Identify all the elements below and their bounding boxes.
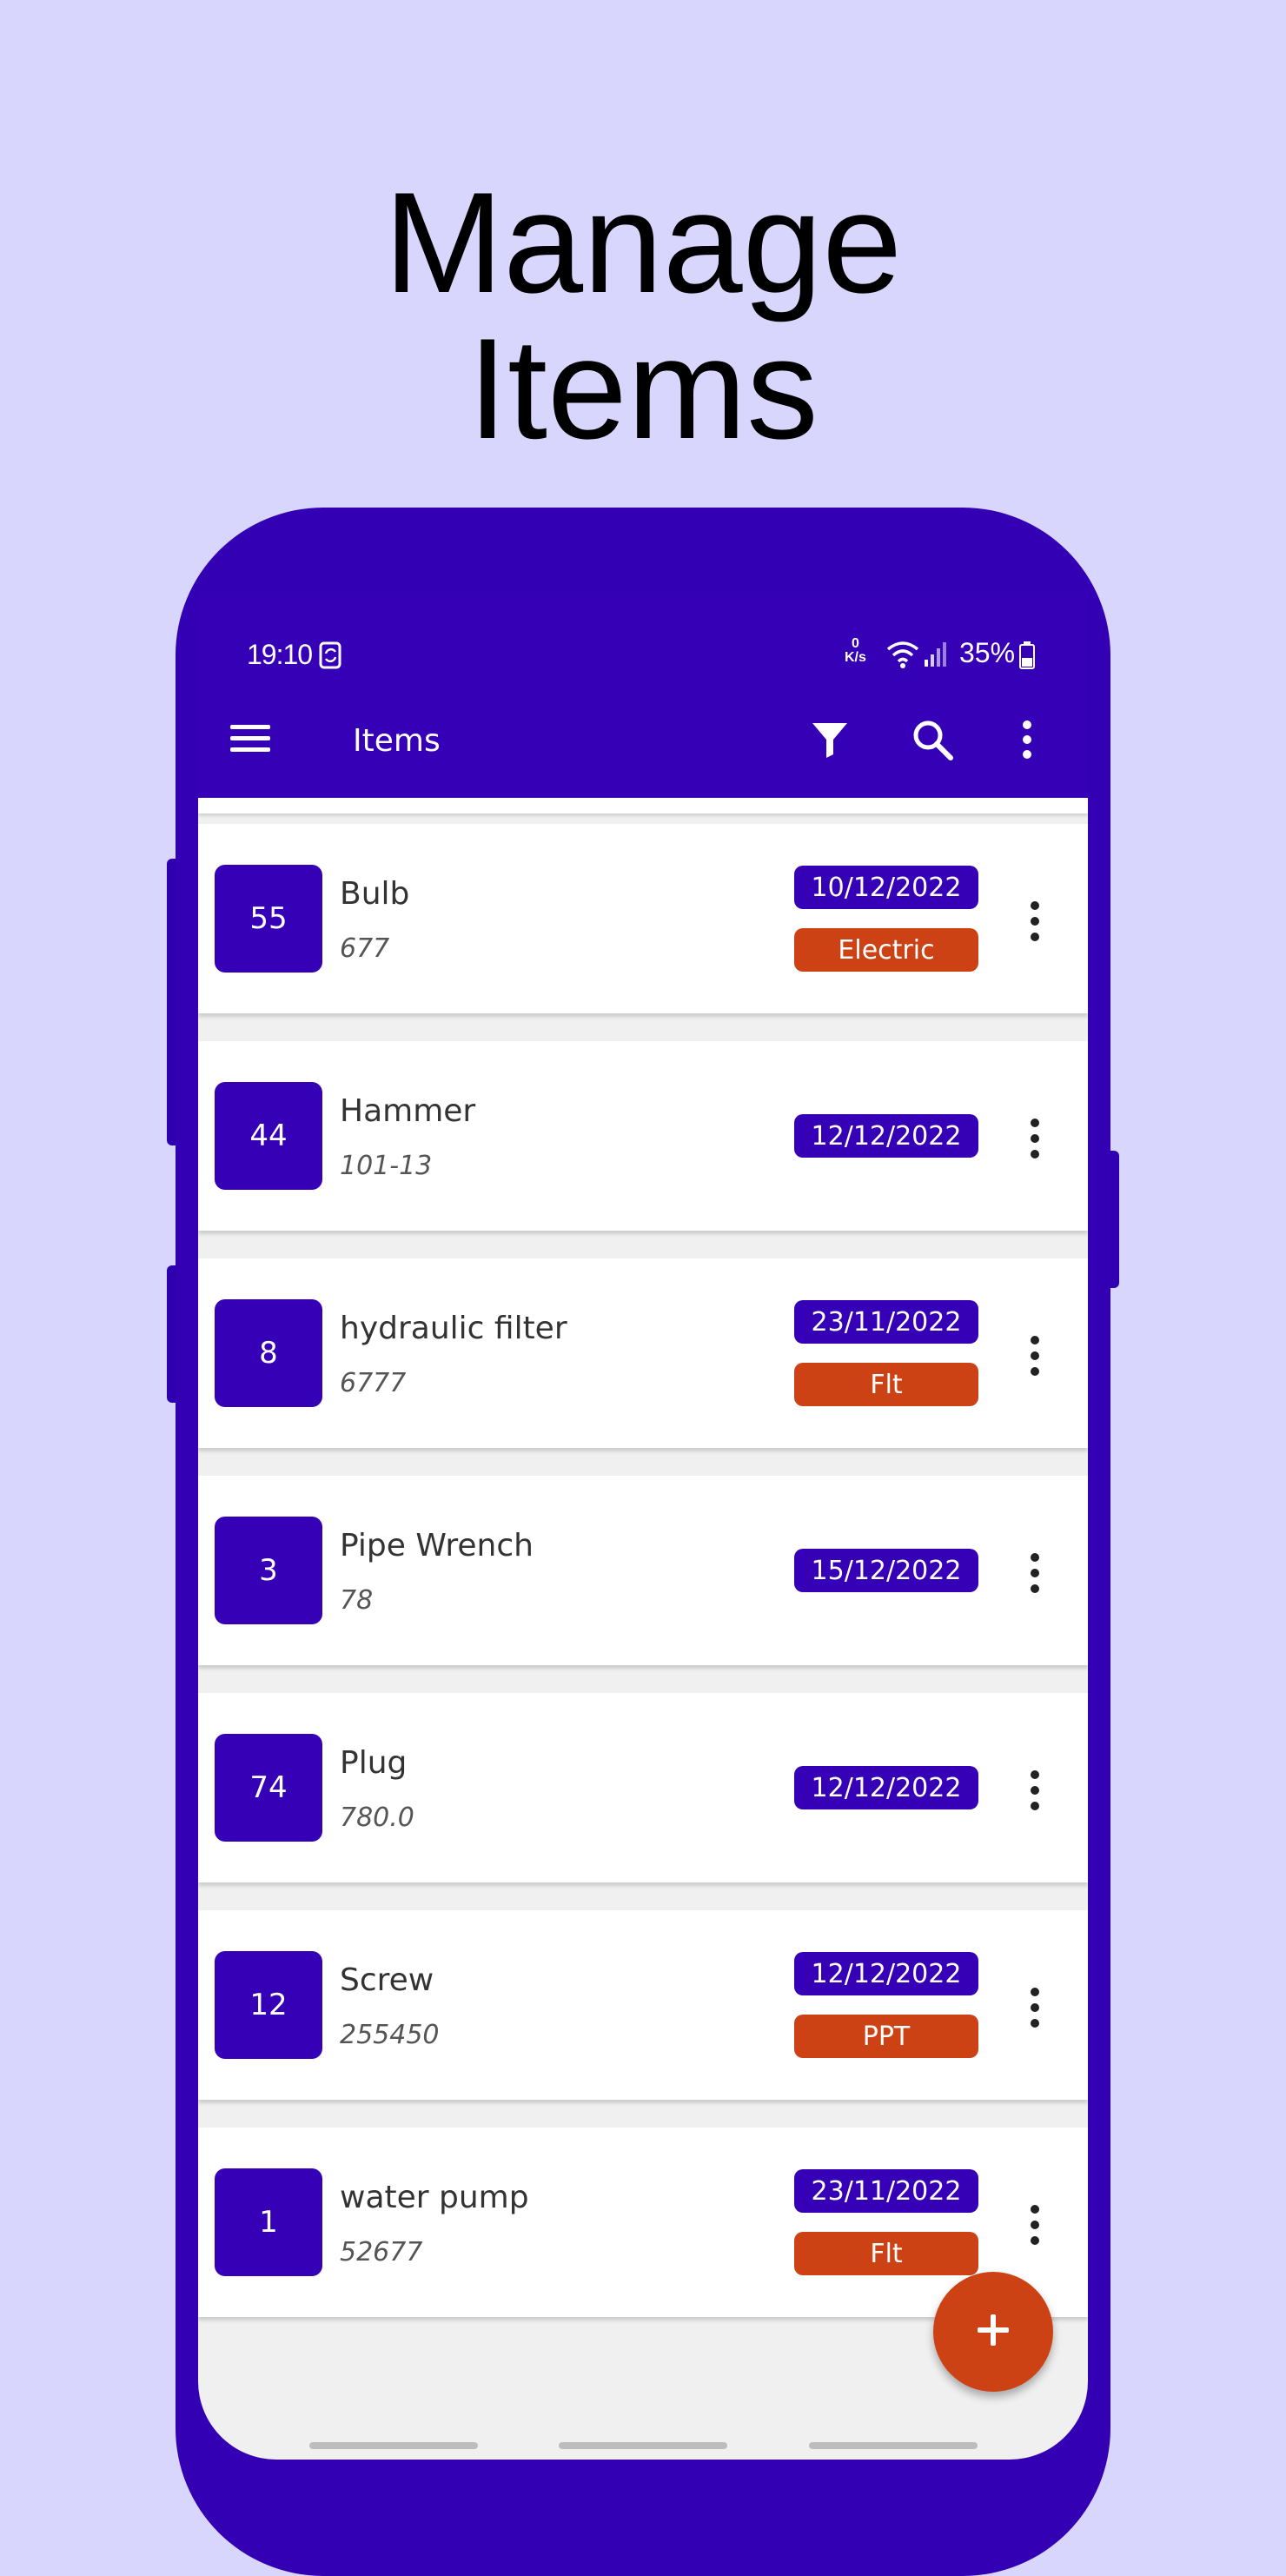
- item-more-icon[interactable]: [1022, 1547, 1048, 1599]
- nav-hint-left: [309, 2442, 478, 2449]
- screenshot-icon: [318, 641, 344, 677]
- list-item[interactable]: 74 Plug 780.0 12/12/2022: [198, 1693, 1088, 1882]
- item-code: 255450: [340, 2020, 440, 2050]
- item-name: Pipe Wrench: [340, 1528, 534, 1564]
- item-code: 677: [340, 933, 390, 964]
- item-category-badge: PPT: [794, 2015, 978, 2058]
- item-date-badge: 12/12/2022: [794, 1952, 978, 1995]
- item-date-badge: 12/12/2022: [794, 1114, 978, 1158]
- item-code: 52677: [340, 2237, 423, 2267]
- item-more-icon[interactable]: [1022, 2199, 1048, 2251]
- phone-screen: 19:10 0 K/s 35% Items 55 Bulb 677 10/12/…: [198, 591, 1088, 2460]
- page-title: Items: [353, 723, 441, 759]
- overflow-menu-icon[interactable]: [1020, 720, 1034, 763]
- item-more-icon[interactable]: [1022, 1764, 1048, 1816]
- headline-line-2: Items: [467, 309, 819, 468]
- item-name: Plug: [340, 1745, 408, 1781]
- item-name: Bulb: [340, 876, 410, 912]
- item-quantity: 1: [215, 2168, 322, 2276]
- item-code: 78: [340, 1585, 374, 1616]
- network-speed-unit: K/s: [845, 650, 866, 665]
- item-quantity: 8: [215, 1299, 322, 1407]
- search-icon[interactable]: [911, 718, 954, 765]
- item-more-icon[interactable]: [1022, 1982, 1048, 2034]
- item-code: 780.0: [340, 1803, 414, 1833]
- wifi-icon: [885, 639, 921, 677]
- list-item[interactable]: 44 Hammer 101-13 12/12/2022: [198, 1041, 1088, 1231]
- items-list: 55 Bulb 677 10/12/2022 Electric 44 Hamme…: [198, 798, 1088, 2460]
- item-quantity: 74: [215, 1734, 322, 1842]
- item-date-badge: 23/11/2022: [794, 1300, 978, 1344]
- item-date-badge: 15/12/2022: [794, 1549, 978, 1592]
- item-code: 6777: [340, 1368, 407, 1398]
- item-quantity: 55: [215, 865, 322, 973]
- list-item[interactable]: 55 Bulb 677 10/12/2022 Electric: [198, 824, 1088, 1013]
- list-item[interactable]: 3 Pipe Wrench 78 15/12/2022: [198, 1476, 1088, 1665]
- item-quantity: 44: [215, 1082, 322, 1190]
- list-item[interactable]: 12 Screw 255450 12/12/2022 PPT: [198, 1910, 1088, 2100]
- add-item-button[interactable]: [933, 2272, 1053, 2392]
- app-bar: Items: [198, 687, 1088, 800]
- signal-icon: [923, 639, 951, 675]
- item-category-badge: Electric: [794, 928, 978, 972]
- item-category-badge: Flt: [794, 1363, 978, 1406]
- item-name: hydraulic filter: [340, 1311, 567, 1346]
- promo-headline: Manage Items: [0, 169, 1286, 461]
- nav-hint-right: [809, 2442, 978, 2449]
- filter-icon[interactable]: [810, 720, 850, 763]
- item-category-badge: Flt: [794, 2232, 978, 2275]
- list-top-strip: [198, 798, 1088, 813]
- plus-icon: [974, 2311, 1012, 2353]
- menu-icon[interactable]: [229, 721, 272, 760]
- item-name: Screw: [340, 1962, 434, 1998]
- headline-line-1: Manage: [383, 163, 903, 322]
- item-date-badge: 12/12/2022: [794, 1766, 978, 1809]
- item-name: water pump: [340, 2180, 529, 2215]
- status-bar: 19:10 0 K/s 35%: [198, 630, 1088, 682]
- network-speed-value: 0: [852, 636, 859, 651]
- item-code: 101-13: [340, 1151, 433, 1181]
- item-more-icon[interactable]: [1022, 1112, 1048, 1165]
- item-more-icon[interactable]: [1022, 1330, 1048, 1382]
- item-quantity: 3: [215, 1517, 322, 1624]
- battery-icon: [1018, 641, 1036, 677]
- item-date-badge: 23/11/2022: [794, 2169, 978, 2213]
- status-time: 19:10: [247, 639, 313, 670]
- item-date-badge: 10/12/2022: [794, 866, 978, 909]
- nav-hint-center: [559, 2442, 727, 2449]
- list-item[interactable]: 8 hydraulic filter 6777 23/11/2022 Flt: [198, 1258, 1088, 1448]
- network-speed: 0 K/s: [845, 637, 866, 665]
- item-name: Hammer: [340, 1093, 476, 1129]
- item-quantity: 12: [215, 1951, 322, 2059]
- battery-percentage: 35%: [959, 637, 1016, 668]
- item-more-icon[interactable]: [1022, 895, 1048, 947]
